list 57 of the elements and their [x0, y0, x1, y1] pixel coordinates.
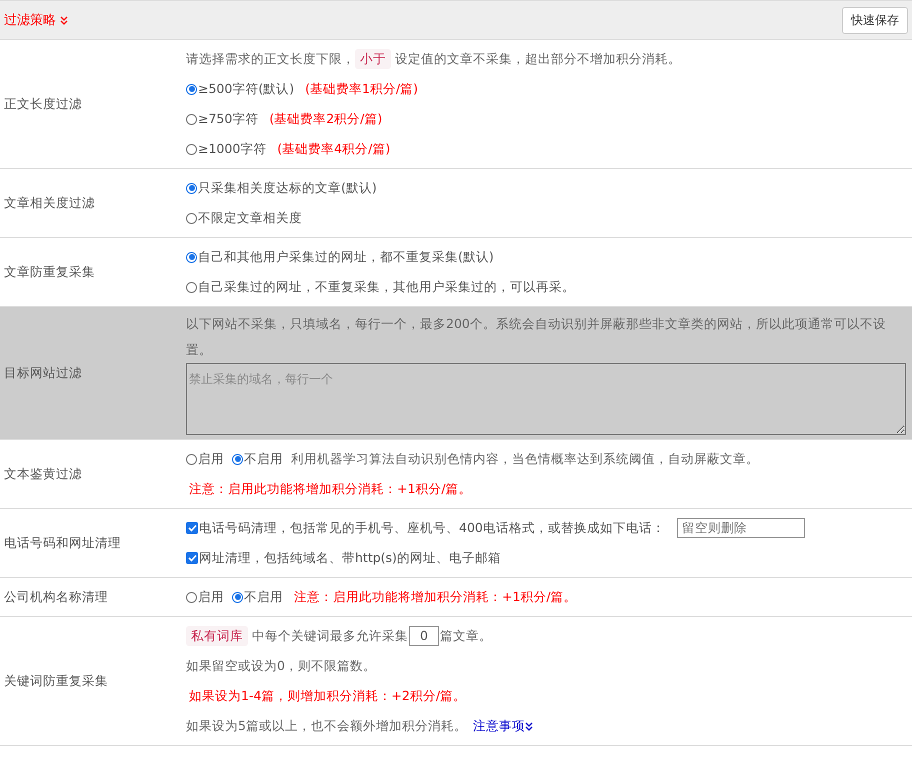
field-label: 目标网站过滤: [3, 364, 83, 382]
radio-icon[interactable]: [186, 182, 197, 194]
radio-option[interactable]: 启用: [186, 446, 224, 472]
description-text: 利用机器学习算法自动识别色情内容，当色情概率达到系统阈值，自动屏蔽文章。: [291, 450, 759, 468]
warning-text: (基础费率2积分/篇): [269, 110, 382, 128]
radio-option[interactable]: 自己采集过的网址，不重复采集，其他用户采集过的，可以再采。: [186, 274, 575, 300]
description-text: 中每个关键词最多允许采集: [252, 627, 408, 645]
description-text: 以下网站不采集，只填域名，每行一个，最多200个。系统会自动识别并屏蔽那些非文章类的网站，所以此项通常可以不设置。: [186, 315, 887, 359]
radio-option[interactable]: ≥500字符(默认): [186, 76, 294, 102]
description-text: 篇文章。: [440, 627, 492, 645]
radio-icon[interactable]: [186, 212, 197, 224]
radio-option[interactable]: 不启用: [232, 446, 283, 472]
description-text: 设定值的文章不采集，超出部分不增加积分消耗。: [395, 50, 681, 68]
count-input-field[interactable]: 0: [409, 626, 439, 646]
description-text: 请选择需求的正文长度下限，: [186, 50, 355, 68]
double-chevron-icon: [60, 16, 68, 24]
field-label: 文章防重复采集: [3, 264, 96, 280]
radio-option[interactable]: ≥1000字符: [186, 136, 266, 162]
field-label: 文本鉴黄过滤: [3, 466, 83, 482]
notes-link[interactable]: 注意事项: [472, 713, 533, 739]
field-label: 关键词防重复采集: [3, 672, 109, 690]
warning-text: 注意：启用此功能将增加积分消耗：+1积分/篇。: [189, 480, 472, 498]
radio-option[interactable]: 启用: [186, 584, 224, 610]
phone-input-field[interactable]: 留空则删除: [676, 518, 805, 538]
radio-icon[interactable]: [186, 114, 197, 124]
radio-icon[interactable]: [186, 144, 197, 154]
radio-icon[interactable]: [232, 454, 243, 464]
warning-text: (基础费率4积分/篇): [277, 140, 390, 158]
radio-icon[interactable]: [186, 252, 197, 262]
description-text: 如果留空或设为0，则不限篇数。: [186, 657, 376, 675]
radio-icon[interactable]: [232, 592, 243, 602]
double-chevron-icon: [524, 722, 533, 730]
checkbox-option[interactable]: 网址清理，包括纯域名、带http(s)的网址、电子邮箱: [186, 545, 501, 571]
warning-text: (基础费率1积分/篇): [305, 80, 418, 98]
field-label: 正文长度过滤: [3, 96, 83, 112]
radio-option[interactable]: ≥750字符: [186, 106, 258, 132]
description-text: 如果设为5篇或以上，也不会额外增加积分消耗。: [186, 717, 467, 735]
keyword-tag: 小于: [355, 49, 391, 69]
keyword-tag: 私有词库: [186, 626, 248, 646]
radio-option[interactable]: 只采集相关度达标的文章(默认): [186, 175, 377, 201]
checkbox-option[interactable]: 电话号码清理，包括常见的手机号、座机号、400电话格式，或替换成如下电话：: [186, 515, 665, 541]
checkbox-icon[interactable]: [186, 522, 198, 534]
field-label: 文章相关度过滤: [3, 194, 96, 212]
field-label: 电话号码和网址清理: [3, 534, 122, 552]
field-label: 公司机构名称清理: [3, 588, 109, 606]
radio-option[interactable]: 自己和其他用户采集过的网址，都不重复采集(默认): [186, 244, 494, 270]
radio-icon[interactable]: [186, 592, 197, 602]
domain-textarea[interactable]: 禁止采集的域名，每行一个: [186, 363, 906, 435]
radio-icon[interactable]: [186, 282, 197, 292]
radio-option[interactable]: 不启用: [232, 584, 283, 610]
warning-text: 注意：启用此功能将增加积分消耗：+1积分/篇。: [294, 588, 577, 606]
radio-icon[interactable]: [186, 454, 197, 464]
quick-save-button[interactable]: 快速保存: [842, 6, 908, 34]
warning-text: 如果设为1-4篇，则增加积分消耗：+2积分/篇。: [189, 687, 466, 705]
radio-icon[interactable]: [186, 84, 197, 94]
checkbox-icon[interactable]: [186, 552, 198, 564]
radio-option[interactable]: 不限定文章相关度: [186, 205, 302, 231]
